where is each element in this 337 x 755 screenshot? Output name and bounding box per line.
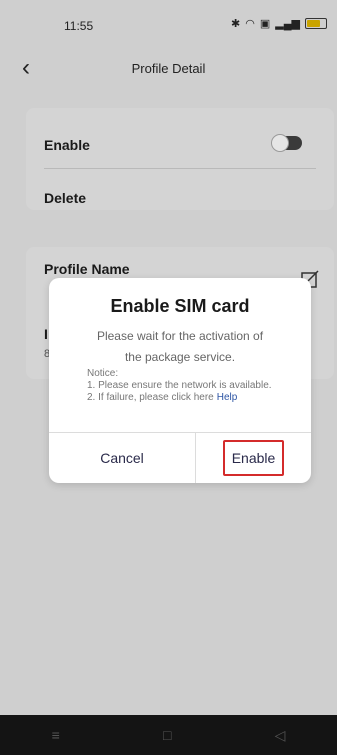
enable-toggle[interactable] bbox=[271, 134, 302, 152]
toggle-knob bbox=[271, 134, 289, 152]
dialog-message-line2: the package service. bbox=[124, 350, 236, 364]
home-icon[interactable]: □ bbox=[163, 727, 171, 743]
status-time: 11:55 bbox=[64, 19, 94, 33]
delete-row[interactable]: Delete bbox=[44, 190, 86, 206]
notice-line2-text: 2. If failure, please click here bbox=[87, 392, 214, 403]
enable-sim-dialog: Enable SIM card Please wait for the acti… bbox=[49, 278, 311, 483]
menu-icon[interactable]: ≡ bbox=[52, 727, 60, 743]
settings-card: Enable Delete bbox=[26, 108, 334, 210]
profile-name-label: Profile Name bbox=[44, 261, 130, 277]
dialog-notice: Notice: 1. Please ensure the network is … bbox=[87, 368, 295, 404]
back-icon[interactable]: ◁ bbox=[275, 727, 286, 744]
system-nav-bar: ≡ □ ◁ bbox=[0, 715, 337, 755]
notice-heading: Notice: bbox=[87, 368, 119, 379]
bluetooth-icon: ✱ bbox=[231, 18, 241, 30]
battery-icon bbox=[305, 18, 327, 29]
notice-line1: 1. Please ensure the network is availabl… bbox=[87, 380, 272, 391]
sim-icon: ▣ bbox=[259, 18, 271, 30]
enable-button[interactable]: Enable bbox=[196, 432, 311, 483]
help-link[interactable]: Help bbox=[217, 392, 238, 403]
dialog-message: Please wait for the activation of the pa… bbox=[69, 326, 291, 368]
status-icons: ✱ ◠ ▣ ▂▄▆ bbox=[231, 17, 327, 30]
notice-line2: 2. If failure, please click here Help bbox=[87, 392, 295, 404]
header-bar: ‹ Profile Detail bbox=[0, 44, 337, 94]
wifi-icon: ◠ bbox=[245, 18, 255, 30]
enable-button-label: Enable bbox=[222, 439, 285, 476]
page-title: Profile Detail bbox=[131, 61, 206, 76]
signal-icon: ▂▄▆ bbox=[275, 18, 300, 30]
cancel-button[interactable]: Cancel bbox=[49, 432, 195, 483]
dialog-title: Enable SIM card bbox=[110, 296, 250, 316]
status-bar: 11:55 ✱ ◠ ▣ ▂▄▆ bbox=[0, 0, 337, 44]
dialog-message-line1: Please wait for the activation of bbox=[96, 329, 264, 343]
partial-row-label: I bbox=[44, 326, 48, 342]
enable-row-label: Enable bbox=[44, 137, 90, 153]
divider bbox=[44, 168, 316, 169]
